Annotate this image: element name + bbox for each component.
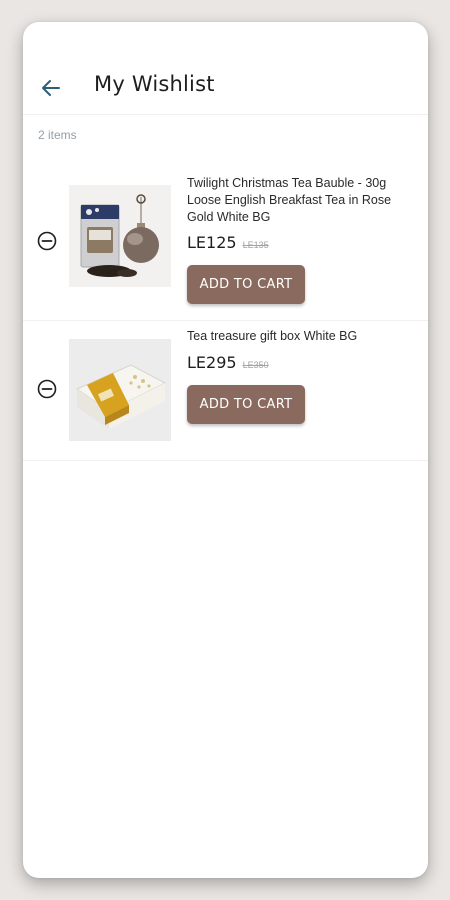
minus-circle-icon [37, 379, 57, 399]
app-screen: My Wishlist 2 items Twilight Christmas T… [23, 22, 428, 878]
remove-item-button[interactable] [36, 378, 58, 400]
product-name[interactable]: Twilight Christmas Tea Bauble - 30g Loos… [187, 175, 419, 226]
add-to-cart-button[interactable]: ADD TO CART [187, 265, 305, 304]
product-price: LE295 [187, 353, 237, 372]
price-row: LE125 LE135 [187, 233, 269, 252]
minus-circle-icon [37, 231, 57, 251]
wishlist-item: Twilight Christmas Tea Bauble - 30g Loos… [23, 172, 428, 321]
product-name[interactable]: Tea treasure gift box White BG [187, 328, 419, 345]
arrow-left-icon [42, 80, 60, 96]
back-button[interactable] [37, 74, 65, 102]
wishlist-item: Tea treasure gift box White BG LE295 LE3… [23, 322, 428, 461]
page-title: My Wishlist [94, 72, 215, 96]
tea-bauble-product-image[interactable] [69, 185, 171, 287]
original-price: LE350 [242, 360, 269, 370]
gift-box-product-image[interactable] [69, 339, 171, 441]
app-header: My Wishlist [23, 22, 428, 115]
item-count: 2 items [38, 128, 77, 142]
original-price: LE135 [242, 240, 269, 250]
price-row: LE295 LE350 [187, 353, 269, 372]
product-price: LE125 [187, 233, 237, 252]
remove-item-button[interactable] [36, 230, 58, 252]
add-to-cart-button[interactable]: ADD TO CART [187, 385, 305, 424]
